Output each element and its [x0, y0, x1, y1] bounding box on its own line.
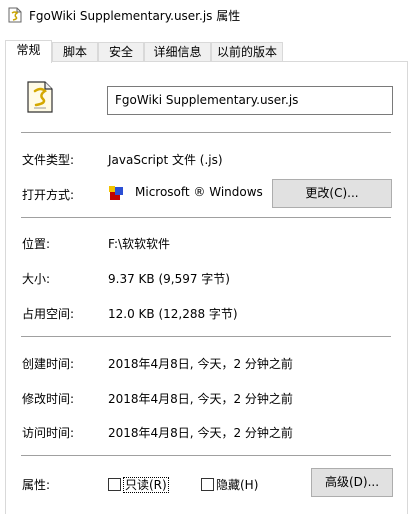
modified-value: 2018年4月8日, 今天，2 分钟之前	[108, 392, 293, 406]
file-type-value: JavaScript 文件 (.js)	[108, 153, 223, 167]
tab-strip: 常规 脚本 安全 详细信息 以前的版本	[0, 40, 415, 63]
title-bar: FgoWiki Supplementary.user.js 属性	[0, 0, 415, 30]
accessed-value: 2018年4月8日, 今天，2 分钟之前	[108, 426, 293, 440]
separator	[21, 132, 391, 133]
general-tab-panel	[5, 61, 408, 514]
tab-security[interactable]: 安全	[98, 42, 144, 62]
opens-with-value: Microsoft ® Windows	[135, 185, 263, 199]
accessed-label: 访问时间:	[22, 426, 75, 440]
windows-script-host-icon	[109, 186, 123, 200]
separator	[21, 455, 391, 456]
hidden-label[interactable]: 隐藏(H)	[216, 476, 258, 493]
size-label: 大小:	[22, 272, 51, 286]
separator	[21, 336, 391, 337]
script-file-icon	[8, 7, 22, 23]
readonly-checkbox[interactable]	[108, 478, 121, 491]
script-file-icon	[27, 81, 53, 113]
created-value: 2018年4月8日, 今天，2 分钟之前	[108, 357, 293, 371]
change-button[interactable]: 更改(C)...	[272, 179, 392, 208]
created-label: 创建时间:	[22, 357, 75, 371]
location-label: 位置:	[22, 237, 51, 251]
attributes-label: 属性:	[22, 478, 51, 492]
hidden-checkbox[interactable]	[201, 478, 214, 491]
tab-details[interactable]: 详细信息	[144, 42, 211, 62]
file-type-label: 文件类型:	[22, 153, 75, 167]
location-value: F:\软软软件	[108, 237, 171, 251]
readonly-label[interactable]: 只读(R)	[123, 477, 169, 493]
modified-label: 修改时间:	[22, 392, 75, 406]
window-title: FgoWiki Supplementary.user.js 属性	[29, 9, 241, 23]
tab-script[interactable]: 脚本	[52, 42, 98, 62]
opens-with-label: 打开方式:	[22, 188, 75, 202]
filename-field[interactable]: FgoWiki Supplementary.user.js	[107, 86, 393, 115]
size-on-disk-label: 占用空间:	[22, 307, 75, 321]
tab-previous-versions[interactable]: 以前的版本	[211, 42, 283, 62]
tab-general[interactable]: 常规	[5, 40, 52, 63]
advanced-button[interactable]: 高级(D)...	[311, 468, 393, 497]
size-value: 9.37 KB (9,597 字节)	[108, 272, 230, 286]
size-on-disk-value: 12.0 KB (12,288 字节)	[108, 307, 238, 321]
separator	[21, 217, 391, 218]
